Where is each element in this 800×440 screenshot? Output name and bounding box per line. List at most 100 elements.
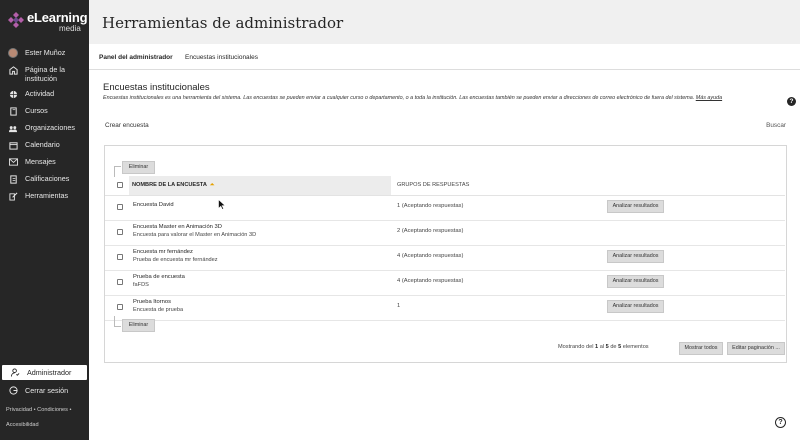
tab-institutional-surveys[interactable]: Encuestas institucionales xyxy=(185,54,258,61)
table-row: Prueba Itornos Encuesta de prueba 1 Anal… xyxy=(105,296,785,321)
page-header: Herramientas de administrador xyxy=(89,0,800,44)
help-icon[interactable]: ? xyxy=(787,97,796,106)
tab-admin-panel[interactable]: Panel del administrador xyxy=(99,54,173,61)
response-groups: 2 (Aceptando respuestas) xyxy=(397,228,464,234)
survey-name[interactable]: Prueba Itornos xyxy=(133,299,171,305)
table-row: Prueba de encuesta faFDS 4 (Aceptando re… xyxy=(105,271,785,296)
main-content: Herramientas de administrador Panel del … xyxy=(89,0,800,440)
pagination-mid1: al xyxy=(599,344,605,350)
sidebar-item-label: Administrador xyxy=(27,368,72,377)
grades-icon xyxy=(8,174,18,184)
sidebar-item-calendar[interactable]: Calendario xyxy=(0,140,89,157)
sidebar-item-label: Organizaciones xyxy=(25,123,75,132)
footer-links: Privacidad • Condiciones • Accesibilidad xyxy=(6,403,88,433)
sidebar-item-label: Calendario xyxy=(25,140,60,149)
sidebar-item-activity[interactable]: Actividad xyxy=(0,89,89,106)
section-description-text: Encuestas institucionales es una herrami… xyxy=(103,95,695,101)
pagination-total: 5 xyxy=(618,344,622,350)
sort-ascending-icon: ⏶ xyxy=(209,182,215,188)
select-all-checkbox[interactable] xyxy=(117,182,123,188)
survey-name[interactable]: Encuesta Master en Animación 3D xyxy=(133,224,222,230)
globe-icon xyxy=(8,89,18,99)
edit-pagination-button[interactable]: Editar paginación ... xyxy=(727,342,785,355)
survey-description: faFDS xyxy=(133,282,149,288)
sidebar-item-label: Herramientas xyxy=(25,191,69,200)
sidebar-bottom: Administrador Cerrar sesión xyxy=(0,365,89,399)
action-bar: Crear encuesta Buscar xyxy=(89,118,800,133)
response-groups: 4 (Aceptando respuestas) xyxy=(397,278,464,284)
page-title: Herramientas de administrador xyxy=(102,14,344,32)
sidebar-item-label: Ester Muñoz xyxy=(25,48,66,57)
sidebar-item-label: Cerrar sesión xyxy=(25,386,69,395)
calendar-icon xyxy=(8,140,18,150)
survey-description: Encuesta para valorar el Master en Anima… xyxy=(133,232,257,238)
mouse-cursor-icon xyxy=(218,199,226,210)
sidebar: eLearning media Ester Muñoz Página de la… xyxy=(0,0,89,440)
analyze-results-button[interactable]: Analizar resultados xyxy=(607,200,664,213)
row-checkbox[interactable] xyxy=(117,304,123,310)
pagination-to: 5 xyxy=(605,344,609,350)
search-button[interactable]: Buscar xyxy=(766,122,786,129)
create-survey-button[interactable]: Crear encuesta xyxy=(105,122,149,129)
delete-button-top[interactable]: Eliminar xyxy=(122,161,155,174)
analyze-results-button[interactable]: Analizar resultados xyxy=(607,250,664,263)
survey-name[interactable]: Encuesta David xyxy=(133,202,174,208)
sidebar-item-label: Mensajes xyxy=(25,157,56,166)
surveys-table-panel: Eliminar NOMBRE DE LA ENCUESTA ⏶ GRUPOS D… xyxy=(104,145,787,363)
delete-button-bottom[interactable]: Eliminar xyxy=(122,319,155,332)
analyze-results-button[interactable]: Analizar resultados xyxy=(607,300,664,313)
sidebar-item-label: Página de la institución xyxy=(25,65,65,83)
row-checkbox[interactable] xyxy=(117,279,123,285)
column-header-groups[interactable]: GRUPOS DE RESPUESTAS xyxy=(397,182,469,188)
row-checkbox[interactable] xyxy=(117,204,123,210)
sidebar-item-tools[interactable]: Herramientas xyxy=(0,191,89,208)
section-title: Encuestas institucionales xyxy=(103,82,210,93)
pagination-from: 1 xyxy=(595,344,599,350)
survey-description: Prueba de encuesta mr fernández xyxy=(133,257,218,263)
pagination-prefix: Mostrando del xyxy=(558,344,594,350)
response-groups: 1 xyxy=(397,303,401,309)
sidebar-item-organizations[interactable]: Organizaciones xyxy=(0,123,89,140)
table-header: NOMBRE DE LA ENCUESTA ⏶ GRUPOS DE RESPUES… xyxy=(105,176,788,196)
brand-name: eLearning xyxy=(27,10,88,25)
admin-icon xyxy=(10,368,20,378)
bracket-decoration xyxy=(114,316,121,327)
mail-icon xyxy=(8,157,18,167)
table-row: Encuesta David 1 (Aceptando respuestas) … xyxy=(105,196,785,221)
more-help-link[interactable]: Más ayuda xyxy=(696,95,722,101)
sidebar-item-courses[interactable]: Cursos xyxy=(0,106,89,123)
tools-icon xyxy=(8,191,18,201)
brand-sub: media xyxy=(59,24,81,33)
organizations-icon xyxy=(8,123,18,133)
analyze-results-button[interactable]: Analizar resultados xyxy=(607,275,664,288)
institution-icon xyxy=(8,65,18,75)
logout-icon xyxy=(8,386,18,396)
sidebar-item-label: Actividad xyxy=(25,89,55,98)
row-checkbox[interactable] xyxy=(117,254,123,260)
pagination-suffix: elementos xyxy=(622,344,649,350)
response-groups: 4 (Aceptando respuestas) xyxy=(397,253,464,259)
sidebar-item-institution[interactable]: Página de la institución xyxy=(0,65,89,89)
sidebar-item-logout[interactable]: Cerrar sesión xyxy=(0,382,89,399)
sidebar-item-messages[interactable]: Mensajes xyxy=(0,157,89,174)
survey-name[interactable]: Encuesta mr fernández xyxy=(133,249,193,255)
survey-description: Encuesta de prueba xyxy=(133,307,184,313)
pagination-info: Mostrando del 1 al 5 de 5 elementos xyxy=(558,344,649,350)
sidebar-item-grades[interactable]: Calificaciones xyxy=(0,174,89,191)
table-row: Encuesta Master en Animación 3D Encuesta… xyxy=(105,221,785,246)
sidebar-item-label: Calificaciones xyxy=(25,174,70,183)
footer-line-accessibility[interactable]: Accesibilidad xyxy=(6,418,88,433)
show-all-button[interactable]: Mostrar todos xyxy=(679,342,723,355)
column-header-name[interactable]: NOMBRE DE LA ENCUESTA ⏶ xyxy=(129,176,391,195)
table-row: Encuesta mr fernández Prueba de encuesta… xyxy=(105,246,785,271)
sidebar-item-admin[interactable]: Administrador xyxy=(2,365,87,380)
survey-name[interactable]: Prueba de encuesta xyxy=(133,274,185,280)
brand-logo[interactable]: eLearning media xyxy=(7,10,88,36)
row-checkbox[interactable] xyxy=(117,229,123,235)
pagination-mid2: de xyxy=(610,344,617,350)
sidebar-nav: Ester Muñoz Página de la institución Act… xyxy=(0,48,89,208)
help-icon[interactable]: ? xyxy=(775,417,786,428)
avatar xyxy=(8,48,18,58)
footer-line-privacy-terms[interactable]: Privacidad • Condiciones • xyxy=(6,403,88,418)
sidebar-item-profile[interactable]: Ester Muñoz xyxy=(0,48,89,65)
